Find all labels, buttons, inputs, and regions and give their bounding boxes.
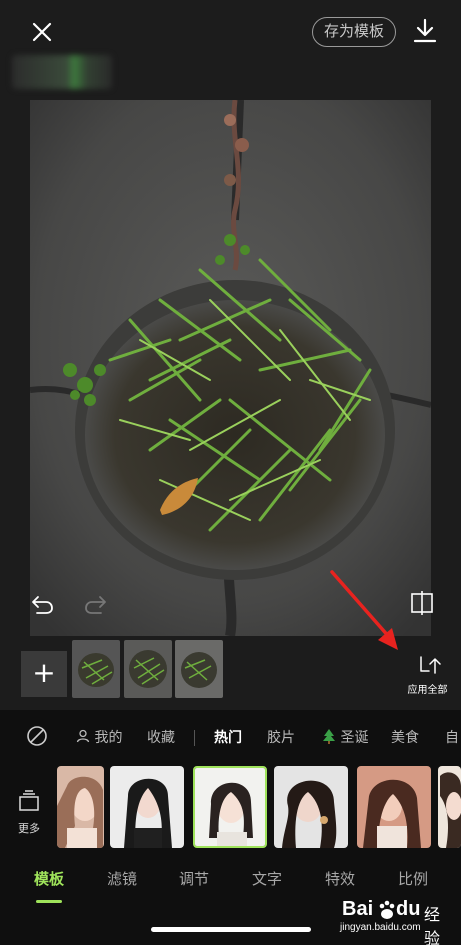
annotation-arrow xyxy=(330,570,398,650)
tab-filters[interactable]: 滤镜 xyxy=(107,868,137,889)
more-templates-button[interactable]: 更多 xyxy=(14,790,44,840)
category-food[interactable]: 美食 xyxy=(391,727,419,747)
category-label: 圣诞 xyxy=(340,730,369,746)
watermark-jingyan: 经验 xyxy=(424,907,441,945)
category-more-partial[interactable]: 自 xyxy=(445,727,459,747)
category-mine[interactable]: 我的 xyxy=(76,727,122,747)
compare-icon[interactable] xyxy=(408,588,438,618)
add-photo-button[interactable]: + xyxy=(21,651,67,697)
template-category-bar: 我的 收藏 热门 胶片 圣诞 美食 自 xyxy=(0,725,461,751)
redo-icon[interactable] xyxy=(82,592,108,616)
tab-ratio[interactable]: 比例 xyxy=(398,868,428,889)
bottom-tab-bar: 模板 滤镜 调节 文字 特效 比例 xyxy=(0,868,461,896)
template-thumbnail[interactable] xyxy=(438,766,461,848)
category-hot[interactable]: 热门 xyxy=(214,727,242,747)
user-icon xyxy=(76,729,90,743)
stack-icon xyxy=(19,790,39,811)
download-icon[interactable] xyxy=(410,16,440,46)
category-divider xyxy=(194,730,195,746)
apply-all-button[interactable]: 应用全部 xyxy=(400,655,455,696)
tab-adjust[interactable]: 调节 xyxy=(179,868,209,889)
watermark-brand-2: du xyxy=(396,898,421,920)
tab-text[interactable]: 文字 xyxy=(252,868,282,889)
baidu-jingyan-watermark: Bai du 经验 jingyan.baidu.com xyxy=(340,898,452,945)
photo-thumbnail[interactable] xyxy=(72,640,120,698)
template-thumbnail[interactable] xyxy=(274,766,348,848)
paw-icon xyxy=(379,900,395,919)
template-thumbnail[interactable] xyxy=(357,766,431,848)
photo-thumbnail[interactable] xyxy=(175,640,223,698)
tab-effects[interactable]: 特效 xyxy=(325,868,355,889)
blurred-account-info xyxy=(12,55,112,89)
home-indicator[interactable] xyxy=(151,927,311,932)
photo-thumbnail[interactable] xyxy=(124,640,172,698)
close-icon[interactable] xyxy=(28,18,56,46)
template-thumbnail[interactable] xyxy=(110,766,184,848)
category-favorites[interactable]: 收藏 xyxy=(147,727,175,747)
more-label: 更多 xyxy=(18,822,40,835)
category-christmas[interactable]: 圣诞 xyxy=(322,727,368,747)
save-as-template-button[interactable]: 存为模板 xyxy=(312,17,396,47)
apply-all-icon xyxy=(419,656,441,674)
category-film[interactable]: 胶片 xyxy=(267,727,295,747)
watermark-url: jingyan.baidu.com xyxy=(340,922,421,933)
tab-templates[interactable]: 模板 xyxy=(34,868,64,889)
active-tab-indicator xyxy=(36,900,62,903)
watermark-brand: Bai xyxy=(342,898,374,920)
template-thumbnail-selected[interactable] xyxy=(193,766,267,848)
undo-icon[interactable] xyxy=(30,592,56,616)
apply-all-label: 应用全部 xyxy=(407,685,448,696)
top-bar: 存为模板 xyxy=(0,0,461,95)
category-label: 我的 xyxy=(94,730,123,746)
no-template-icon[interactable] xyxy=(26,725,48,751)
christmas-tree-icon xyxy=(323,729,335,744)
template-thumbnail[interactable] xyxy=(57,766,104,848)
photo-canvas[interactable] xyxy=(30,100,431,636)
